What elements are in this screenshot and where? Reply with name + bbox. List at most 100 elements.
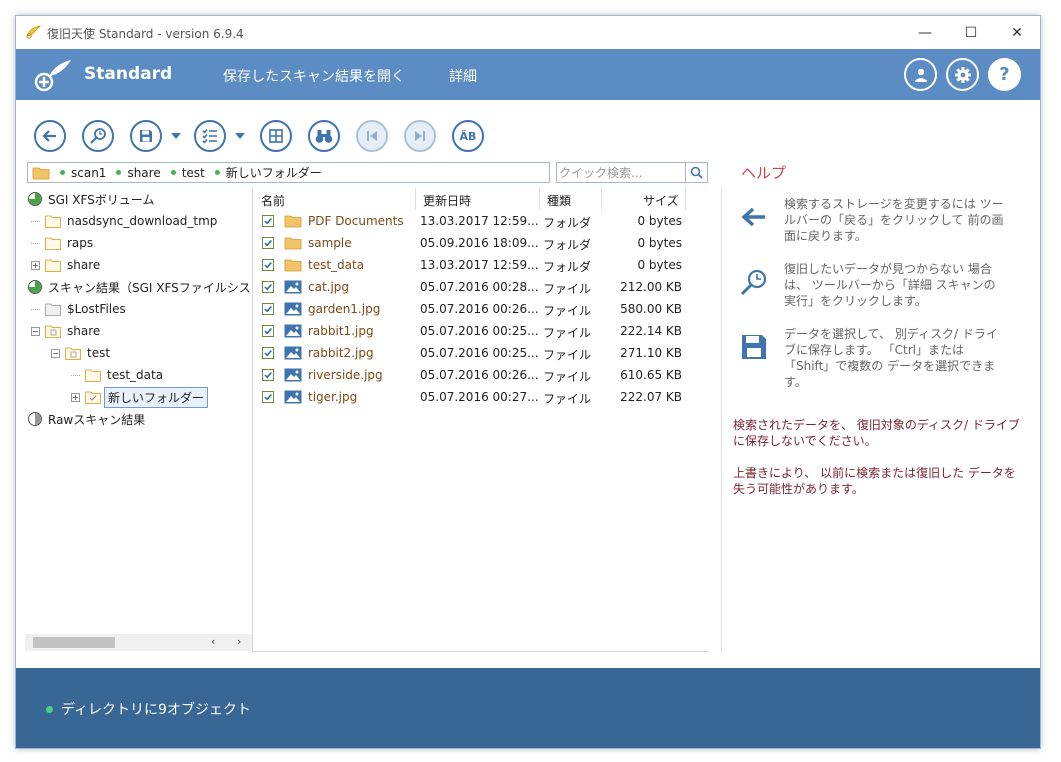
image-icon	[284, 280, 302, 294]
row-checkbox[interactable]	[262, 325, 274, 337]
row-checkbox[interactable]	[262, 215, 274, 227]
tree-item-volume[interactable]: SGI XFSボリューム	[28, 189, 154, 209]
collapse-toggle[interactable]: −	[51, 348, 60, 358]
folder-icon	[45, 325, 61, 338]
file-name: rabbit1.jpg	[308, 324, 374, 338]
folder-icon	[32, 167, 50, 179]
previous-button[interactable]	[356, 120, 388, 152]
tree-item[interactable]: − share	[31, 321, 100, 341]
expand-toggle[interactable]: +	[31, 260, 40, 270]
column-header-type[interactable]: 種類	[547, 192, 571, 209]
search-input[interactable]	[559, 164, 683, 181]
save-button[interactable]	[130, 120, 162, 152]
file-type: ファイル	[543, 304, 592, 318]
file-name: garden1.jpg	[308, 302, 381, 316]
maximize-button[interactable]: ☐	[948, 16, 994, 49]
table-row[interactable]: test_data 13.03.2017 12:59... フォルダ 0 bytes	[253, 254, 709, 276]
file-size: 222.14 KB	[620, 324, 682, 338]
tree-item[interactable]: $LostFiles	[31, 299, 126, 319]
file-date: 05.07.2016 00:25...	[420, 324, 539, 338]
save-dropdown-caret[interactable]	[171, 133, 181, 139]
file-date: 05.07.2016 00:28...	[420, 280, 539, 294]
angel-wing-icon	[26, 25, 41, 39]
tree-item[interactable]: test_data	[71, 365, 163, 385]
settings-icon	[954, 66, 971, 83]
help-icon: ?	[999, 64, 1010, 85]
column-header-name[interactable]: 名前	[261, 192, 285, 209]
open-saved-scan-link[interactable]: 保存したスキャン結果を開く	[223, 66, 405, 86]
row-checkbox[interactable]	[262, 369, 274, 381]
tree-item-volume[interactable]: Rawスキャン結果	[28, 409, 145, 429]
help-button[interactable]: ?	[988, 58, 1021, 91]
column-header-size[interactable]: サイズ	[643, 192, 679, 209]
tree-item-selected[interactable]: + 新しいフォルダー	[71, 386, 209, 408]
help-item: 復旧したいデータが見つからない 場合は、 ツールバーから「詳細 スキャンの実行」…	[739, 261, 1019, 311]
table-row[interactable]: sample 05.09.2016 18:09... フォルダ 0 bytes	[253, 232, 709, 254]
user-button[interactable]	[904, 58, 937, 91]
table-row[interactable]: PDF Documents 13.03.2017 12:59... フォルダ 0 by…	[253, 210, 709, 232]
tree-item[interactable]: − test	[51, 343, 110, 363]
scroll-left-icon[interactable]: ‹	[211, 635, 215, 648]
table-row[interactable]: rabbit1.jpg 05.07.2016 00:25... ファイル 222.14…	[253, 320, 709, 342]
tree-item-volume[interactable]: スキャン結果（SGI XFSファイルシス	[28, 277, 251, 297]
status-text: ディレクトリに9オブジェクト	[61, 702, 251, 718]
tree-horizontal-scrollbar[interactable]: ‹ ›	[25, 634, 253, 651]
file-name: riverside.jpg	[308, 368, 383, 382]
find-button[interactable]	[308, 120, 340, 152]
table-row[interactable]: rabbit2.jpg 05.07.2016 00:25... ファイル 271.10…	[253, 342, 709, 364]
row-checkbox[interactable]	[262, 347, 274, 359]
breadcrumb-item[interactable]: 新しいフォルダー	[214, 164, 322, 181]
row-checkbox[interactable]	[262, 303, 274, 315]
table-row[interactable]: garden1.jpg 05.07.2016 00:26... ファイル 580.00…	[253, 298, 709, 320]
filter-dropdown-caret[interactable]	[235, 133, 245, 139]
file-date: 05.07.2016 00:27...	[420, 390, 539, 404]
image-icon	[284, 390, 302, 404]
tree-item[interactable]: nasdsync_download_tmp	[31, 211, 217, 231]
volume-icon	[28, 412, 42, 426]
table-row[interactable]: cat.jpg 05.07.2016 00:28... ファイル 212.00 KB	[253, 276, 709, 298]
next-icon	[415, 131, 425, 141]
expand-toggle[interactable]: +	[71, 392, 80, 402]
breadcrumb-item[interactable]: test	[170, 166, 205, 180]
scrollbar-thumb[interactable]	[33, 637, 115, 648]
filter-list-button[interactable]	[194, 120, 226, 152]
column-header-date[interactable]: 更新日時	[423, 192, 471, 209]
settings-button[interactable]	[946, 58, 979, 91]
close-button[interactable]: ✕	[994, 16, 1040, 49]
tree-item[interactable]: raps	[31, 233, 93, 253]
row-checkbox[interactable]	[262, 391, 274, 403]
detailed-scan-button[interactable]	[82, 120, 114, 152]
breadcrumb-item[interactable]: scan1	[60, 166, 106, 180]
row-checkbox[interactable]	[262, 259, 274, 271]
folder-icon	[45, 259, 61, 272]
volume-icon	[28, 192, 42, 206]
table-row[interactable]: tiger.jpg 05.07.2016 00:27... ファイル 222.07 K…	[253, 386, 709, 408]
file-date: 13.03.2017 12:59...	[420, 214, 539, 228]
view-grid-button[interactable]	[260, 120, 292, 152]
scroll-right-icon[interactable]: ›	[237, 635, 241, 648]
row-checkbox[interactable]	[262, 237, 274, 249]
collapse-toggle[interactable]: −	[31, 326, 40, 336]
case-sensitive-button[interactable]: ÄB	[452, 120, 484, 152]
tree-item[interactable]: + share	[31, 255, 100, 275]
search-button[interactable]	[685, 163, 707, 182]
search-icon	[690, 166, 703, 179]
back-button[interactable]	[34, 120, 66, 152]
file-date: 05.07.2016 00:25...	[420, 346, 539, 360]
details-link[interactable]: 詳細	[449, 66, 477, 86]
detailed-scan-icon	[740, 269, 767, 296]
find-icon	[315, 130, 333, 143]
next-button[interactable]	[404, 120, 436, 152]
help-item: 検索するストレージを変更するには ツールバーの「戻る」をクリックして 前の画面に…	[739, 196, 1019, 246]
file-type: ファイル	[543, 326, 592, 340]
file-type: ファイル	[543, 370, 592, 384]
row-checkbox[interactable]	[262, 281, 274, 293]
folder-icon	[45, 237, 61, 250]
breadcrumb-item[interactable]: share	[116, 166, 161, 180]
brand-label: Standard	[84, 64, 173, 84]
file-size: 0 bytes	[637, 236, 682, 250]
table-row[interactable]: riverside.jpg 05.07.2016 00:26... ファイル 610.…	[253, 364, 709, 386]
file-date: 13.03.2017 12:59...	[420, 258, 539, 272]
minimize-button[interactable]: —	[902, 16, 948, 49]
file-size: 0 bytes	[637, 258, 682, 272]
